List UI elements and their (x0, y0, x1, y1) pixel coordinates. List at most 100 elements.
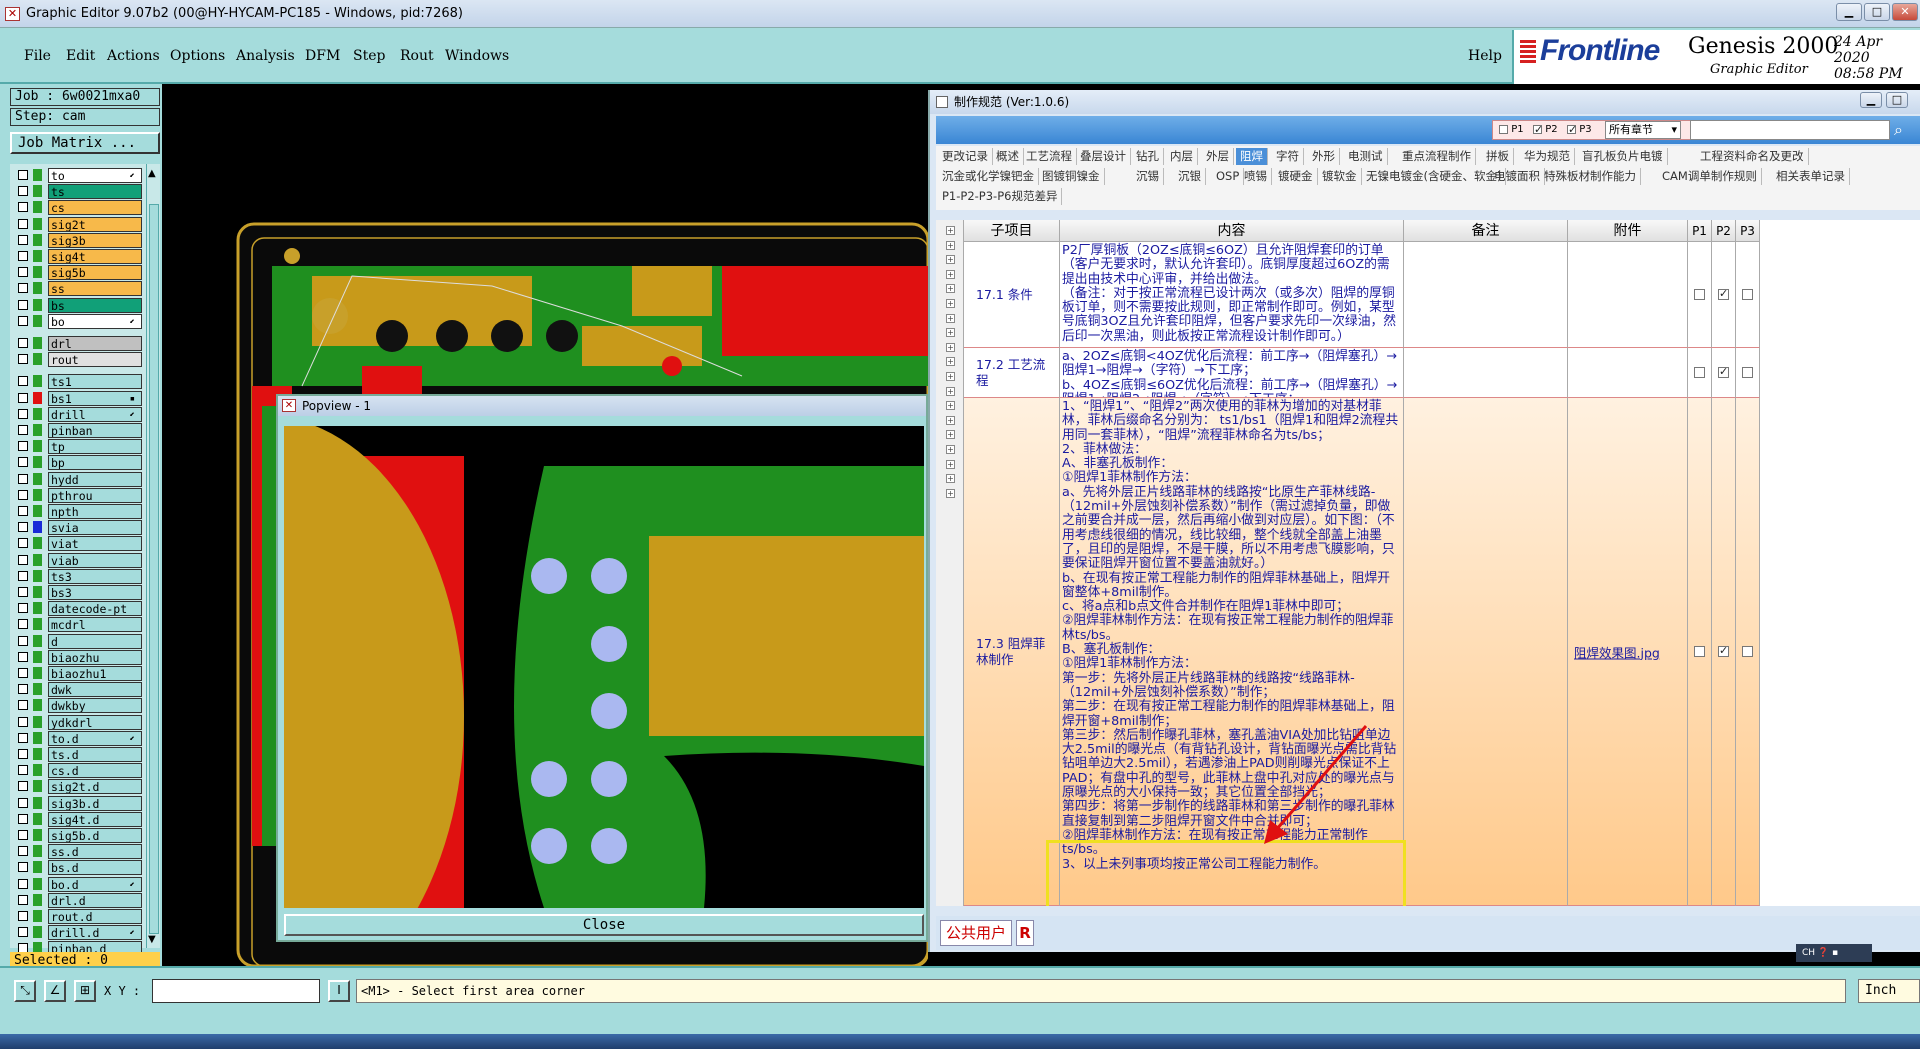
layer-checkbox[interactable] (18, 538, 28, 549)
layer-color-swatch[interactable] (33, 650, 42, 663)
layer-checkbox[interactable] (18, 781, 28, 792)
layer-checkbox[interactable] (18, 684, 28, 695)
layer-row[interactable]: ydkdrl (10, 714, 146, 730)
layer-name[interactable]: biaozhu1 (48, 666, 142, 681)
chapter-tab[interactable]: 概述 (992, 148, 1024, 165)
job-matrix-button[interactable]: Job Matrix ... (10, 132, 160, 154)
layer-color-swatch[interactable] (33, 456, 42, 469)
layer-color-swatch[interactable] (33, 893, 42, 906)
priority-checkbox[interactable] (1694, 367, 1705, 378)
layer-checkbox[interactable] (18, 765, 28, 776)
tree-expand-icon[interactable]: + (946, 299, 955, 308)
layer-color-swatch[interactable] (33, 201, 42, 214)
layer-row[interactable]: to.d ⬋ (10, 730, 146, 746)
public-user-button[interactable]: 公共用户 (940, 920, 1012, 946)
chapter-tab[interactable]: 工艺流程 (1022, 148, 1077, 165)
chapter-tab[interactable]: 叠层设计 (1076, 148, 1131, 165)
layer-color-swatch[interactable] (33, 353, 42, 366)
layer-name[interactable]: drl.d (48, 892, 142, 908)
layer-name[interactable]: hydd (48, 471, 142, 487)
chapter-tab[interactable]: 内层 (1166, 148, 1198, 165)
layer-name[interactable]: tp (48, 439, 142, 455)
layer-row[interactable]: bs3 (10, 585, 146, 600)
chapter-tab[interactable]: 钻孔 (1132, 148, 1164, 165)
layer-checkbox[interactable] (18, 441, 28, 452)
layer-checkbox[interactable] (18, 813, 28, 824)
priority-checkbox[interactable] (1694, 289, 1705, 300)
layer-checkbox[interactable] (18, 299, 28, 310)
layer-name[interactable]: ss (48, 281, 142, 297)
chapter-tab[interactable]: 特殊板材制作能力 (1540, 168, 1641, 185)
tree-expand-icon[interactable]: + (946, 430, 955, 440)
layer-color-swatch[interactable] (33, 586, 42, 598)
layer-color-swatch[interactable] (33, 337, 42, 349)
layer-row[interactable]: dwk (10, 682, 146, 698)
chapter-tab[interactable]: 更改记录 (938, 148, 993, 165)
layer-row[interactable]: sig4t (10, 249, 146, 264)
tree-expand-icon[interactable]: + (946, 357, 955, 367)
tree-expand-icon[interactable]: + (946, 401, 955, 411)
layer-row[interactable]: bo.d ⬋ (10, 876, 146, 892)
tree-expand-icon[interactable]: + (946, 226, 955, 235)
layer-row[interactable]: ss (10, 281, 146, 297)
layer-name[interactable]: biaozhu (48, 649, 142, 665)
layer-checkbox[interactable] (18, 603, 28, 614)
filter-p1[interactable]: P1 (1499, 124, 1524, 135)
chapter-tab[interactable]: 镀软金 (1318, 168, 1362, 185)
layer-color-swatch[interactable] (33, 877, 42, 890)
layer-checkbox[interactable] (18, 570, 28, 581)
layer-color-swatch[interactable] (33, 391, 42, 404)
chapter-tab[interactable]: 沉锡 (1132, 168, 1164, 185)
layer-checkbox[interactable] (18, 457, 28, 468)
layer-checkbox[interactable] (18, 392, 28, 403)
layer-checkbox[interactable] (18, 587, 28, 597)
layer-name[interactable]: sig3b.d (48, 795, 142, 811)
layer-name[interactable]: bs1 ▪ (48, 390, 142, 406)
xy-input[interactable] (152, 979, 320, 1003)
layer-color-swatch[interactable] (33, 407, 42, 420)
layer-color-swatch[interactable] (33, 266, 42, 279)
layer-color-swatch[interactable] (33, 845, 42, 858)
layer-row[interactable]: bo ⬋ (10, 313, 146, 329)
scroll-up-icon[interactable]: ▲ (148, 168, 156, 179)
chapter-tab[interactable]: 无镍电镀金(含硬金、软金) (1362, 168, 1507, 185)
menu-step[interactable]: Step (353, 48, 385, 64)
priority-checkbox[interactable] (1718, 365, 1729, 378)
popview-canvas[interactable] (284, 426, 924, 908)
layer-color-swatch[interactable] (33, 169, 42, 181)
layer-checkbox[interactable] (18, 267, 28, 278)
tree-expand-icon[interactable]: + (946, 240, 955, 250)
col-header-attach[interactable]: 附件 (1568, 220, 1688, 242)
layer-checkbox[interactable] (18, 846, 28, 857)
layer-row[interactable]: sig5b (10, 265, 146, 281)
chapter-tab[interactable]: 盲孔板负片电镀 (1578, 148, 1668, 165)
layer-row[interactable]: drill.d ⬋ (10, 925, 146, 941)
layer-name[interactable]: bs.d (48, 860, 142, 876)
layer-name[interactable]: rout (48, 352, 142, 368)
layer-row[interactable]: sig4t.d (10, 811, 146, 827)
layer-checkbox[interactable] (18, 376, 28, 387)
layer-checkbox[interactable] (18, 732, 28, 743)
layer-name[interactable]: viab (48, 552, 142, 568)
layer-name[interactable]: dwk (48, 682, 142, 698)
layer-row[interactable]: cs.d (10, 763, 146, 779)
layer-checkbox[interactable] (18, 716, 28, 727)
layer-checkbox[interactable] (18, 911, 28, 921)
layer-color-swatch[interactable] (33, 569, 42, 582)
layer-color-swatch[interactable] (33, 910, 42, 922)
filter-p2[interactable]: P2 (1533, 123, 1558, 136)
layer-row[interactable]: drl (10, 336, 146, 351)
grid-icon[interactable]: ⊞ (74, 980, 96, 1002)
layer-color-swatch[interactable] (33, 861, 42, 874)
layer-color-swatch[interactable] (33, 424, 42, 436)
layer-color-swatch[interactable] (33, 634, 42, 647)
layer-checkbox[interactable] (18, 218, 28, 229)
layer-name[interactable]: to.d ⬋ (48, 730, 142, 746)
layer-color-swatch[interactable] (33, 185, 42, 198)
layer-color-swatch[interactable] (33, 764, 42, 777)
layer-name[interactable]: cs (48, 200, 142, 216)
layer-row[interactable]: bs1 ▪ (10, 390, 146, 406)
chapter-tab[interactable]: 镀硬金 (1274, 168, 1318, 185)
layer-name[interactable]: drill.d ⬋ (48, 925, 142, 941)
layer-row[interactable]: cs (10, 200, 146, 216)
